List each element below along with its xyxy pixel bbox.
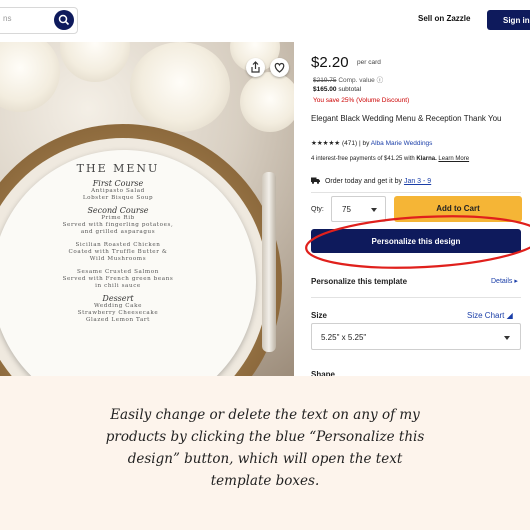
menu-item: Lobster Bisque Soup xyxy=(82,195,154,201)
comp-value: $219.75 Comp. value ⓘ xyxy=(313,74,383,84)
course-name: First Course xyxy=(92,179,144,188)
divider xyxy=(311,192,521,193)
sign-in-button[interactable]: Sign in xyxy=(487,10,530,30)
menu-item: Sesame Crusted Salmon xyxy=(77,269,159,275)
rating-row: ★★★★★ (471) | by Alba Marie Weddings xyxy=(311,139,432,147)
shape-label: Shape xyxy=(311,370,336,376)
size-chart-label: Size Chart xyxy=(467,311,505,320)
search-icon xyxy=(58,14,70,26)
rose-decoration xyxy=(130,42,230,132)
menu-item: Wild Mushrooms xyxy=(89,256,147,262)
klarna-text: 4 interest-free payments of $41.25 with xyxy=(311,156,415,162)
instruction-caption: Easily change or delete the text on any … xyxy=(105,407,425,489)
klarna-row: 4 interest-free payments of $41.25 with … xyxy=(311,156,469,162)
per-card-label: per card xyxy=(357,59,381,66)
menu-item: Antipasto Salad xyxy=(91,188,145,194)
menu-item: Sicilian Roasted Chicken xyxy=(75,242,161,248)
info-icon[interactable]: ⓘ xyxy=(377,77,384,84)
search-placeholder: ns xyxy=(3,14,12,23)
by-label: | by xyxy=(358,140,370,147)
chevron-down-icon xyxy=(504,336,510,340)
price: $2.20 xyxy=(311,54,349,71)
savings-text: You save 25% (Volume Discount) xyxy=(313,97,410,104)
quantity-value: 75 xyxy=(342,205,351,214)
size-chart-link[interactable]: Size Chart ◢ xyxy=(467,311,513,320)
menu-item: Served with French green beans xyxy=(62,276,174,282)
rose-decoration xyxy=(0,42,60,112)
divider xyxy=(311,297,521,298)
comp-value-label: Comp. value xyxy=(338,77,375,84)
size-select[interactable]: 5.25" x 5.25" xyxy=(311,323,521,350)
size-label: Size xyxy=(311,311,328,320)
course-name: Dessert xyxy=(102,294,134,303)
personalize-template-label: Personalize this template xyxy=(311,277,408,286)
klarna-logo: Klarna. xyxy=(416,156,437,162)
menu-item: Prime Rib xyxy=(101,215,135,221)
menu-item: Glazed Lemon Tart xyxy=(85,317,151,323)
details-label: Details xyxy=(491,278,513,285)
menu-item: Wedding Cake xyxy=(93,303,143,309)
favorite-button[interactable] xyxy=(270,58,289,77)
seller-link[interactable]: Alba Marie Weddings xyxy=(371,140,433,147)
chevron-down-icon xyxy=(371,208,377,212)
menu-item: Strawberry Cheesecake xyxy=(77,310,159,316)
search-button[interactable] xyxy=(54,10,74,30)
menu-item: Served with fingerling potatoes, xyxy=(62,222,174,228)
add-to-cart-button[interactable]: Add to Cart xyxy=(394,196,522,222)
star-rating: ★★★★★ xyxy=(311,140,341,147)
heart-icon xyxy=(274,62,285,73)
delivery-row: Order today and get it by Jan 3 - 9 xyxy=(311,177,431,185)
ruler-icon: ◢ xyxy=(506,311,513,320)
subtotal-amount: $165.00 xyxy=(313,86,337,93)
quantity-label: Qty: xyxy=(311,206,324,213)
share-button[interactable] xyxy=(246,58,265,77)
silverware xyxy=(262,172,276,352)
size-value: 5.25" x 5.25" xyxy=(321,333,367,342)
truck-icon xyxy=(311,177,320,184)
site-header: ns Sell on Zazzle Sign in xyxy=(0,0,530,42)
rose-decoration xyxy=(60,42,130,82)
menu-item: and grilled asparagus xyxy=(80,229,156,235)
subtotal: $165.00 subtotal xyxy=(313,86,361,93)
quantity-select[interactable]: 75 xyxy=(331,196,386,222)
learn-more-link[interactable]: Learn More xyxy=(438,156,469,162)
personalize-design-button[interactable]: Personalize this design xyxy=(311,229,521,253)
comp-value-amount: $219.75 xyxy=(313,77,337,84)
review-count[interactable]: (471) xyxy=(342,140,357,147)
chevron-right-icon: ▸ xyxy=(514,278,518,285)
course-name: Second Course xyxy=(87,206,149,215)
product-image: THE MENU First Course Antipasto Salad Lo… xyxy=(0,42,294,376)
menu-item: in chili sauce xyxy=(95,283,141,289)
details-link[interactable]: Details ▸ xyxy=(491,277,518,285)
menu-item: Coated with Truffle Butter & xyxy=(68,249,168,255)
sell-on-zazzle-link[interactable]: Sell on Zazzle xyxy=(418,14,470,23)
menu-title: THE MENU xyxy=(76,162,160,175)
subtotal-label: subtotal xyxy=(338,86,362,93)
product-title: Elegant Black Wedding Menu & Reception T… xyxy=(311,114,502,123)
share-icon xyxy=(251,61,260,73)
delivery-date-link[interactable]: Jan 3 - 9 xyxy=(404,178,431,185)
delivery-text: Order today and get it by xyxy=(324,178,402,185)
rose-decoration xyxy=(240,72,294,132)
menu-text: THE MENU First Course Antipasto Salad Lo… xyxy=(35,162,201,324)
